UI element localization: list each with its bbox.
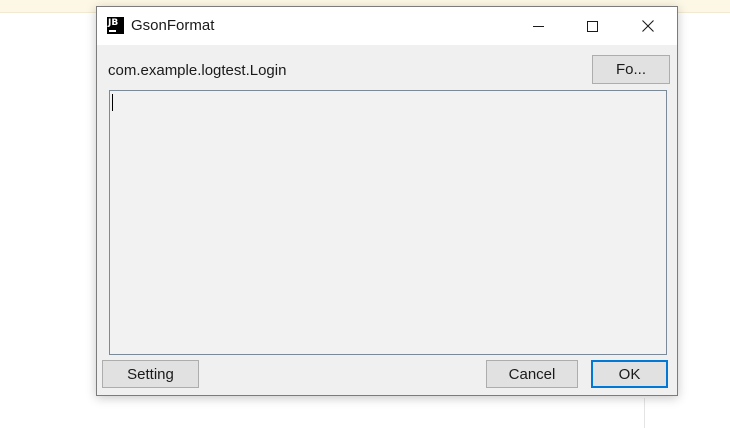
close-button[interactable] (625, 7, 671, 45)
ok-button[interactable]: OK (591, 360, 668, 388)
maximize-button[interactable] (569, 7, 615, 45)
cancel-button[interactable]: Cancel (486, 360, 578, 388)
title-bar[interactable]: JB GsonFormat (97, 7, 677, 45)
json-input-area[interactable] (109, 90, 667, 355)
class-name-label: com.example.logtest.Login (108, 62, 287, 79)
format-button[interactable]: Fo... (592, 55, 670, 84)
maximize-icon (586, 20, 598, 32)
setting-button[interactable]: Setting (102, 360, 199, 388)
editor-margin-guide (644, 398, 645, 428)
gsonformat-dialog: JB GsonFormat com.example.logtest.Login … (96, 6, 678, 396)
jetbrains-app-icon: JB (107, 17, 124, 34)
text-caret (112, 94, 113, 111)
minimize-icon (532, 25, 544, 27)
window-title: GsonFormat (131, 17, 215, 34)
close-icon (642, 20, 654, 32)
minimize-button[interactable] (515, 7, 561, 45)
app-icon-text: JB (108, 18, 119, 28)
